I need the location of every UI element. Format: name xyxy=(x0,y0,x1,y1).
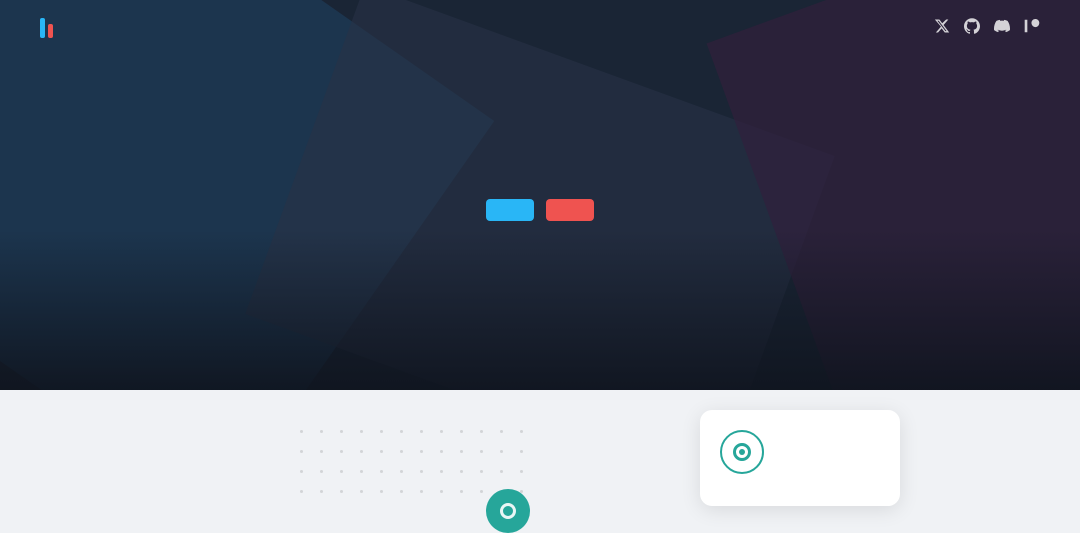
dot xyxy=(300,470,303,473)
dot xyxy=(440,470,443,473)
compat-icon-ring xyxy=(733,443,751,461)
logo-bar-right xyxy=(48,24,53,38)
logo-bar-left xyxy=(40,18,45,38)
compat-icon-dot xyxy=(739,449,745,455)
hero-section xyxy=(0,0,1080,390)
dot xyxy=(400,450,403,453)
dot xyxy=(340,490,343,493)
patreon-icon[interactable] xyxy=(1024,18,1040,39)
dot xyxy=(400,430,403,433)
dot xyxy=(440,490,443,493)
dot xyxy=(420,470,423,473)
hero-buttons xyxy=(486,199,594,221)
dot xyxy=(360,450,363,453)
dot xyxy=(340,470,343,473)
dot xyxy=(520,470,523,473)
dot xyxy=(460,470,463,473)
dot xyxy=(320,470,323,473)
dot xyxy=(320,490,323,493)
dot xyxy=(320,430,323,433)
dot xyxy=(500,470,503,473)
twitter-icon[interactable] xyxy=(934,18,950,39)
dot xyxy=(520,450,523,453)
dot xyxy=(300,450,303,453)
dot xyxy=(380,450,383,453)
dot xyxy=(480,470,483,473)
green-circle-inner xyxy=(500,503,516,519)
dot xyxy=(460,450,463,453)
lower-section: const grid = document.querySelector('.do… xyxy=(0,390,1080,533)
dot xyxy=(480,450,483,453)
navbar-links xyxy=(784,18,1040,39)
dot xyxy=(480,430,483,433)
hero-content xyxy=(486,169,594,221)
dot xyxy=(300,490,303,493)
contribute-button[interactable] xyxy=(546,199,594,221)
social-icons xyxy=(934,18,1040,39)
dot xyxy=(500,450,503,453)
logo-icon xyxy=(40,18,53,38)
dot xyxy=(380,470,383,473)
dot xyxy=(520,430,523,433)
logo[interactable] xyxy=(40,18,61,38)
dot xyxy=(420,450,423,453)
dot xyxy=(300,430,303,433)
dot xyxy=(440,450,443,453)
green-circle-icon xyxy=(486,489,530,533)
navbar xyxy=(0,0,1080,56)
dot xyxy=(360,430,363,433)
dot xyxy=(380,490,383,493)
compatibility-card xyxy=(700,410,900,506)
dot xyxy=(320,450,323,453)
dot xyxy=(460,490,463,493)
dot xyxy=(460,430,463,433)
dot xyxy=(420,490,423,493)
dot xyxy=(480,490,483,493)
dot xyxy=(400,470,403,473)
dot xyxy=(340,430,343,433)
dot xyxy=(380,430,383,433)
dot xyxy=(400,490,403,493)
github-icon[interactable] xyxy=(964,18,980,39)
compatibility-card-icon xyxy=(720,430,764,474)
discord-icon[interactable] xyxy=(994,18,1010,39)
hero-shape-dark xyxy=(0,230,1080,390)
dot xyxy=(420,430,423,433)
dot xyxy=(440,430,443,433)
dot xyxy=(360,470,363,473)
get-started-button[interactable] xyxy=(486,199,534,221)
dot xyxy=(500,430,503,433)
dot xyxy=(360,490,363,493)
dot xyxy=(340,450,343,453)
